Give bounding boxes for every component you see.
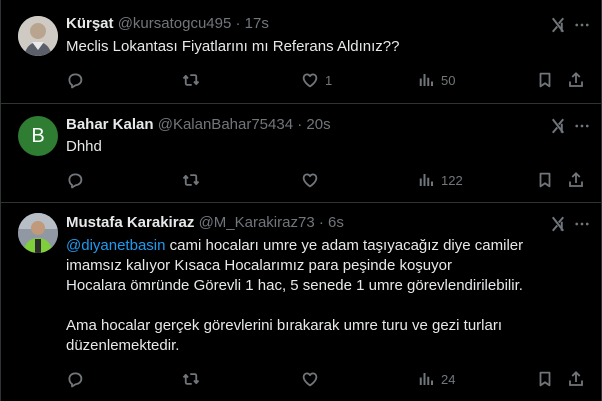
author-handle[interactable]: @M_Karakiraz73 xyxy=(199,214,315,231)
share-icon xyxy=(567,71,585,89)
views-button[interactable]: 24 xyxy=(417,370,455,388)
reply-icon xyxy=(66,171,84,189)
tweet-header: Kürşat @kursatogcu495 · 17s xyxy=(66,14,269,34)
tweet-text-line: @diyanetbasin cami hocaları umre ye adam… xyxy=(66,236,556,256)
views-count: 24 xyxy=(441,371,456,387)
reply-icon xyxy=(66,71,84,89)
avatar[interactable] xyxy=(18,213,58,253)
bookmark-button[interactable] xyxy=(536,370,554,388)
reply-button[interactable] xyxy=(66,171,90,189)
more-icon[interactable] xyxy=(573,215,591,233)
like-count: 1 xyxy=(325,72,333,88)
share-button[interactable] xyxy=(567,370,585,388)
avatar[interactable] xyxy=(18,16,58,56)
retweet-icon xyxy=(182,370,200,388)
grok-icon[interactable] xyxy=(549,16,567,34)
tweet-text: @diyanetbasin cami hocaları umre ye adam… xyxy=(66,236,556,356)
tweet-text-fragment: cami hocaları umre ye adam taşıyacağız d… xyxy=(165,237,524,254)
author-name[interactable]: Bahar Kalan xyxy=(66,116,154,133)
bookmark-button[interactable] xyxy=(536,71,554,89)
tweet-text-line: imamsız kalıyor Kısaca Hocalarımız para … xyxy=(66,257,452,274)
views-icon xyxy=(417,171,435,189)
retweet-button[interactable] xyxy=(182,370,206,388)
bookmark-button[interactable] xyxy=(536,171,554,189)
author-handle[interactable]: @kursatogcu495 xyxy=(118,15,232,32)
retweet-button[interactable] xyxy=(182,71,206,89)
separator-dot: · xyxy=(297,116,303,133)
views-icon xyxy=(417,370,435,388)
like-button[interactable]: 1 xyxy=(301,71,332,89)
like-icon xyxy=(301,370,319,388)
timestamp[interactable]: 17s xyxy=(245,15,269,32)
views-count: 50 xyxy=(441,72,456,88)
views-count: 122 xyxy=(441,172,463,188)
grok-icon[interactable] xyxy=(549,215,567,233)
views-icon xyxy=(417,71,435,89)
like-icon xyxy=(301,171,319,189)
tweet[interactable]: Kürşat @kursatogcu495 · 17s Meclis Lokan… xyxy=(1,0,601,104)
timestamp[interactable]: 20s xyxy=(306,116,330,133)
tweet[interactable]: Mustafa Karakiraz @M_Karakiraz73 · 6s @d… xyxy=(1,203,601,401)
share-icon xyxy=(567,171,585,189)
tweet-text: Dhhd xyxy=(66,137,556,157)
timestamp[interactable]: 6s xyxy=(328,214,344,231)
share-button[interactable] xyxy=(567,71,585,89)
tweet-text-line xyxy=(66,296,556,316)
retweet-icon xyxy=(182,71,200,89)
author-name[interactable]: Mustafa Karakiraz xyxy=(66,214,194,231)
tweet[interactable]: B Bahar Kalan @KalanBahar75434 · 20s Dhh… xyxy=(1,104,601,203)
more-icon[interactable] xyxy=(573,16,591,34)
retweet-button[interactable] xyxy=(182,171,206,189)
like-button[interactable] xyxy=(301,370,325,388)
share-icon xyxy=(567,370,585,388)
tweet-header: Bahar Kalan @KalanBahar75434 · 20s xyxy=(66,115,331,135)
timeline-feed: Kürşat @kursatogcu495 · 17s Meclis Lokan… xyxy=(0,0,602,401)
views-button[interactable]: 50 xyxy=(417,71,455,89)
mention-link[interactable]: @diyanetbasin xyxy=(66,237,165,254)
retweet-icon xyxy=(182,171,200,189)
views-button[interactable]: 122 xyxy=(417,171,463,189)
tweet-text-line: Ama hocalar gerçek görevlerini bırakarak… xyxy=(66,317,503,334)
tweet-text-line: Dhhd xyxy=(66,138,102,155)
avatar-letter: B xyxy=(31,124,45,147)
more-icon[interactable] xyxy=(573,117,591,135)
avatar[interactable]: B xyxy=(18,116,58,156)
like-icon xyxy=(301,71,319,89)
reply-button[interactable] xyxy=(66,71,90,89)
reply-button[interactable] xyxy=(66,370,90,388)
like-button[interactable] xyxy=(301,171,325,189)
tweet-text-line: Meclis Lokantası Fiyatlarını mı Referans… xyxy=(66,38,400,55)
separator-dot: · xyxy=(235,15,241,32)
share-button[interactable] xyxy=(567,171,585,189)
bookmark-icon xyxy=(536,370,554,388)
tweet-header: Mustafa Karakiraz @M_Karakiraz73 · 6s xyxy=(66,213,344,233)
reply-icon xyxy=(66,370,84,388)
tweet-text: Meclis Lokantası Fiyatlarını mı Referans… xyxy=(66,37,556,57)
tweet-text-line: Hocalara ömründe Görevli 1 hac, 5 senede… xyxy=(66,277,523,294)
separator-dot: · xyxy=(318,214,324,231)
bookmark-icon xyxy=(536,71,554,89)
grok-icon[interactable] xyxy=(549,117,567,135)
author-name[interactable]: Kürşat xyxy=(66,15,114,32)
bookmark-icon xyxy=(536,171,554,189)
author-handle[interactable]: @KalanBahar75434 xyxy=(158,116,293,133)
tweet-text-line: düzenlemektedir. xyxy=(66,337,180,354)
